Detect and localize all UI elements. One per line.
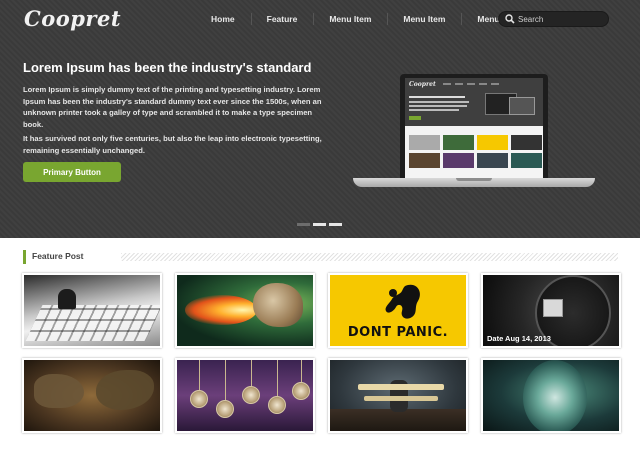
pocket-watches-photo	[177, 360, 313, 431]
laptop-notch	[456, 178, 492, 181]
section-accent-bar	[23, 250, 26, 264]
feature-post-card[interactable]: Date Aug 14, 2013	[481, 273, 621, 348]
laptop-mockup-image: Coopret	[353, 72, 595, 190]
feature-post-card[interactable]	[175, 358, 315, 433]
search-icon	[505, 13, 516, 25]
preview-line	[409, 96, 465, 98]
preview-logo: Coopret	[409, 81, 436, 88]
squirrel-icon	[385, 284, 420, 319]
hero-paragraph-2: It has survived not only five centuries,…	[23, 134, 322, 155]
preview-line	[409, 105, 467, 107]
preview-button	[409, 116, 421, 120]
hero-paragraph: Lorem Ipsum is simply dummy text of the …	[23, 85, 322, 129]
poster-text: DONT PANIC.	[347, 325, 449, 340]
nav-item-feature[interactable]: Feature	[250, 8, 314, 30]
preview-hero: Coopret	[405, 78, 543, 126]
site-preview: Coopret	[405, 78, 543, 180]
nav-item-menu-2[interactable]: Menu Item	[387, 8, 461, 30]
feature-post-card[interactable]	[22, 273, 162, 348]
slider-pagination	[297, 223, 342, 226]
lion-photo	[483, 360, 619, 431]
feature-post-card[interactable]	[328, 358, 468, 433]
dont-panic-poster: DONT PANIC.	[330, 275, 466, 346]
nav-item-home[interactable]: Home	[195, 8, 251, 30]
slider-dot[interactable]	[297, 223, 310, 226]
map-photo	[24, 360, 160, 431]
laptop-screen: Coopret	[400, 74, 548, 180]
keyboard-photo	[24, 275, 160, 346]
preview-grid	[409, 135, 542, 168]
slider-dot[interactable]	[329, 223, 342, 226]
clock-photo: Date Aug 14, 2013	[483, 275, 619, 346]
main-nav: Home Feature Menu Item Menu Item Menu It…	[195, 8, 535, 30]
preview-device	[509, 97, 535, 115]
preview-nav	[443, 83, 499, 85]
section-title: Feature Post	[32, 251, 90, 261]
search-box[interactable]	[498, 11, 609, 27]
site-logo[interactable]: Coopret	[24, 6, 121, 31]
preview-line	[409, 101, 469, 103]
preview-line	[409, 109, 459, 111]
section-divider-stripes	[121, 253, 618, 261]
feature-post-card[interactable]	[175, 273, 315, 348]
feature-post-header: Feature Post	[23, 250, 618, 264]
search-input[interactable]	[518, 14, 608, 24]
post-date: Date Aug 14, 2013	[487, 334, 551, 343]
feature-post-card[interactable]	[22, 358, 162, 433]
hero-section: Coopret Home Feature Menu Item Menu Item…	[0, 0, 640, 238]
toy-plane-photo	[330, 360, 466, 431]
feature-post-card[interactable]	[481, 358, 621, 433]
slider-dot-active[interactable]	[313, 223, 326, 226]
nav-item-menu-1[interactable]: Menu Item	[313, 8, 387, 30]
fire-cat-photo	[177, 275, 313, 346]
feature-post-card[interactable]: DONT PANIC.	[328, 273, 468, 348]
primary-button[interactable]: Primary Button	[23, 162, 121, 182]
hero-title: Lorem Ipsum has been the industry's stan…	[23, 60, 312, 75]
